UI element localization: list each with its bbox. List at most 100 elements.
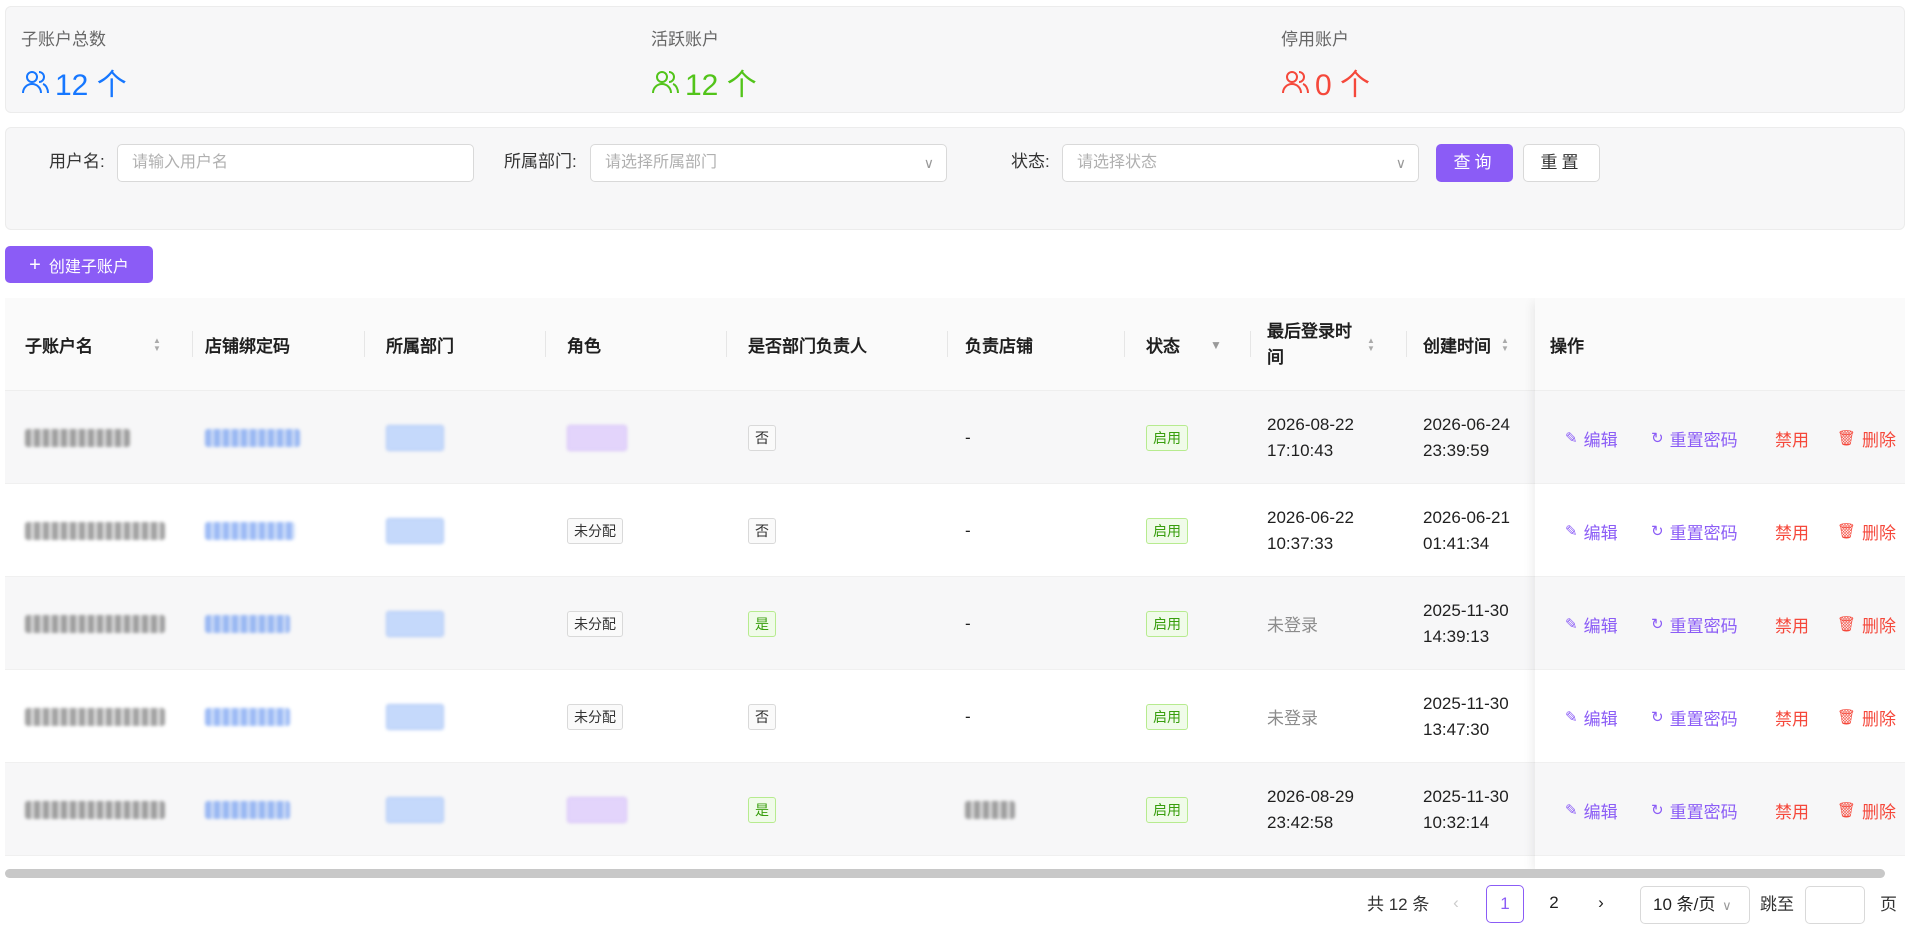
- col-header-last-login[interactable]: 最后登录时间 ▲ ▼: [1267, 298, 1407, 391]
- dept-select[interactable]: 请选择所属部门 ∨: [590, 144, 947, 182]
- prev-page-icon[interactable]: ‹: [1437, 885, 1475, 923]
- redacted-text: [205, 614, 290, 633]
- redacted-tag: [386, 703, 444, 730]
- cell-bind-code[interactable]: [205, 484, 295, 577]
- edit-button[interactable]: ✎ 编辑: [1565, 426, 1618, 451]
- disable-button[interactable]: 禁用: [1775, 798, 1809, 823]
- redacted-text: [25, 614, 165, 633]
- status-placeholder: 请选择状态: [1077, 154, 1158, 171]
- cell-status: 启用: [1146, 484, 1188, 577]
- filter-icon[interactable]: ▼: [1210, 338, 1222, 352]
- reset-password-button[interactable]: ↻ 重置密码: [1651, 612, 1738, 637]
- reset-button[interactable]: 重置: [1523, 144, 1600, 182]
- redacted-text: [25, 800, 165, 819]
- col-header-store: 负责店铺: [965, 298, 1125, 391]
- cell-status: 启用: [1146, 391, 1188, 484]
- cell-username: [25, 670, 165, 763]
- sort-icon[interactable]: ▲ ▼: [153, 336, 161, 353]
- delete-button[interactable]: 🗑 删除: [1837, 426, 1896, 451]
- cell-bind-code[interactable]: [205, 391, 300, 484]
- username-placeholder: 请输入用户名: [132, 154, 229, 171]
- col-header-role: 角色: [567, 298, 727, 391]
- page-size-select[interactable]: 10 条/页 ∨: [1640, 886, 1750, 924]
- edit-button[interactable]: ✎ 编辑: [1565, 612, 1618, 637]
- cell-role: [567, 391, 627, 484]
- edit-button[interactable]: ✎ 编辑: [1565, 705, 1618, 730]
- cell-last-login: 2026-08-29 23:42:58: [1267, 786, 1354, 832]
- cell-username: [25, 391, 130, 484]
- stat-value: 0 个: [1315, 69, 1371, 102]
- cell-username: [25, 577, 165, 670]
- page-button-2[interactable]: 2: [1535, 885, 1573, 923]
- create-label: 创建子账户: [48, 258, 129, 276]
- cell-store: -: [965, 520, 971, 540]
- horizontal-scrollbar[interactable]: [5, 869, 1885, 878]
- cell-username: [25, 484, 165, 577]
- refresh-icon: ↻: [1651, 616, 1664, 633]
- username-input[interactable]: 请输入用户名: [117, 144, 474, 182]
- cell-created: 2025-11-30 10:32:14: [1423, 786, 1509, 832]
- next-page-icon[interactable]: ›: [1582, 885, 1620, 923]
- stat-active: 活跃账户 12 个: [651, 25, 757, 104]
- refresh-icon: ↻: [1651, 709, 1664, 726]
- query-button[interactable]: 查询: [1436, 144, 1513, 182]
- edit-button[interactable]: ✎ 编辑: [1565, 519, 1618, 544]
- disable-button[interactable]: 禁用: [1775, 705, 1809, 730]
- col-header-username[interactable]: 子账户名 ▲ ▼: [25, 298, 193, 391]
- cell-department: [386, 577, 444, 670]
- disable-button[interactable]: 禁用: [1775, 426, 1809, 451]
- cell-last-login: 2026-08-22 17:10:43: [1267, 414, 1354, 460]
- cell-department: [386, 484, 444, 577]
- col-header-status[interactable]: 状态 ▼: [1146, 298, 1251, 391]
- redacted-text: [205, 707, 290, 726]
- chevron-down-icon: ∨: [1395, 155, 1406, 171]
- trash-icon: 🗑: [1837, 802, 1857, 819]
- reset-password-button[interactable]: ↻ 重置密码: [1651, 798, 1738, 823]
- chevron-down-icon: ∨: [923, 155, 934, 171]
- users-icon: [1282, 71, 1309, 94]
- cell-bind-code[interactable]: [205, 670, 290, 763]
- col-header-created[interactable]: 创建时间 ▲ ▼: [1423, 298, 1533, 391]
- stat-value: 12 个: [55, 69, 127, 102]
- status-badge: 启用: [1146, 703, 1188, 730]
- delete-button[interactable]: 🗑 删除: [1837, 798, 1896, 823]
- status-select[interactable]: 请选择状态 ∨: [1062, 144, 1419, 182]
- cell-bind-code[interactable]: [205, 577, 290, 670]
- cell-is-head: 是: [748, 577, 776, 670]
- reset-password-button[interactable]: ↻ 重置密码: [1651, 426, 1738, 451]
- stats-panel: 子账户总数 12 个 活跃账户 12 个 停用账户 0 个: [5, 6, 1905, 113]
- refresh-icon: ↻: [1651, 523, 1664, 540]
- cell-last-login: 2026-06-22 10:37:33: [1267, 507, 1354, 553]
- delete-button[interactable]: 🗑 删除: [1837, 705, 1896, 730]
- cell-last-login: 未登录: [1267, 616, 1318, 635]
- reset-password-button[interactable]: ↻ 重置密码: [1651, 705, 1738, 730]
- disable-button[interactable]: 禁用: [1775, 612, 1809, 637]
- cell-store: -: [965, 706, 971, 726]
- sort-icon[interactable]: ▲ ▼: [1501, 336, 1509, 353]
- reset-password-button[interactable]: ↻ 重置密码: [1651, 519, 1738, 544]
- cell-bind-code[interactable]: [205, 763, 290, 856]
- sort-icon[interactable]: ▲ ▼: [1367, 336, 1375, 353]
- delete-button[interactable]: 🗑 删除: [1837, 612, 1896, 637]
- cell-status: 启用: [1146, 670, 1188, 763]
- redacted-tag: [386, 610, 444, 637]
- redacted-tag: [386, 796, 444, 823]
- create-subaccount-button[interactable]: + 创建子账户: [5, 246, 153, 283]
- cell-created: 2026-06-24 23:39:59: [1423, 414, 1510, 460]
- edit-button[interactable]: ✎ 编辑: [1565, 798, 1618, 823]
- cell-department: [386, 391, 444, 484]
- status-badge: 启用: [1146, 796, 1188, 823]
- users-icon: [22, 71, 49, 94]
- delete-button[interactable]: 🗑 删除: [1837, 519, 1896, 544]
- cell-department: [386, 670, 444, 763]
- is-head-tag: 是: [748, 796, 776, 823]
- trash-icon: 🗑: [1837, 523, 1857, 540]
- page-button-1[interactable]: 1: [1486, 885, 1524, 923]
- cell-is-head: 否: [748, 484, 776, 577]
- disable-button[interactable]: 禁用: [1775, 519, 1809, 544]
- col-header-is-head: 是否部门负责人: [748, 298, 948, 391]
- edit-icon: ✎: [1565, 802, 1578, 819]
- jump-page-input[interactable]: [1805, 886, 1865, 924]
- cell-username: [25, 763, 165, 856]
- cell-role: [567, 763, 627, 856]
